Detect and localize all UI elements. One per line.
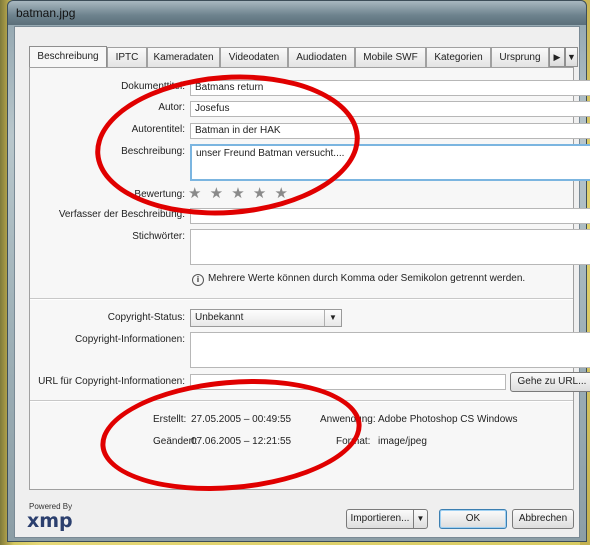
window-title: batman.jpg	[16, 6, 76, 20]
copyright-status-select[interactable]: Unbekannt ▼	[190, 309, 342, 327]
copyright-status-label: Copyright-Status:	[107, 312, 185, 323]
application-label: Anwendung:	[320, 414, 376, 425]
description-panel: Dokumenttitel: Batmans return Autor: Jos…	[29, 67, 590, 490]
tab-scroll-right-icon[interactable]: ▶	[549, 47, 565, 67]
desc-writer-label: Verfasser der Beschreibung:	[58, 209, 185, 220]
doc-title-field[interactable]: Batmans return	[190, 80, 590, 96]
import-dropdown-icon[interactable]: ▼	[413, 509, 428, 529]
copyright-status-value: Unbekannt	[195, 312, 244, 323]
cancel-button[interactable]: Abbrechen	[512, 509, 574, 529]
format-value: image/jpeg	[378, 436, 427, 447]
author-label: Autor:	[158, 102, 185, 113]
created-label: Erstellt:	[153, 414, 187, 425]
tab-mobile-swf[interactable]: Mobile SWF	[355, 47, 426, 67]
tab-kategorien[interactable]: Kategorien	[426, 47, 491, 67]
copyright-url-label: URL für Copyright-Informationen:	[38, 376, 185, 387]
tab-audiodaten[interactable]: Audiodaten	[288, 47, 355, 67]
author-title-label: Autorentitel:	[131, 124, 185, 135]
keywords-textarea[interactable]	[190, 229, 590, 265]
xmp-logo: xmp	[27, 510, 73, 532]
tab-videodaten[interactable]: Videodaten	[220, 47, 288, 67]
dialog-client-area: Beschreibung IPTC Kameradaten Videodaten…	[14, 26, 590, 538]
tab-menu-icon[interactable]: ▼	[565, 47, 578, 67]
description-textarea[interactable]: unser Freund Batman versucht....	[190, 144, 590, 181]
section-divider-2	[30, 400, 573, 402]
tab-bar: Beschreibung IPTC Kameradaten Videodaten…	[29, 46, 578, 68]
rating-stars[interactable]: ★ ★ ★ ★ ★	[188, 184, 290, 202]
keywords-hint: i Mehrere Werte können durch Komma oder S…	[192, 273, 525, 286]
copyright-url-field[interactable]	[190, 374, 506, 390]
copyright-info-textarea[interactable]	[190, 332, 590, 368]
desc-writer-field[interactable]	[190, 208, 590, 224]
keywords-hint-text: Mehrere Werte können durch Komma oder Se…	[208, 273, 526, 284]
info-icon: i	[192, 274, 204, 286]
application-value: Adobe Photoshop CS Windows	[378, 414, 518, 425]
modified-value: 07.06.2005 – 12:21:55	[191, 436, 292, 447]
tab-kameradaten[interactable]: Kameradaten	[147, 47, 220, 67]
description-label: Beschreibung:	[121, 146, 185, 157]
file-info-dialog: batman.jpg Beschreibung IPTC Kameradaten…	[7, 0, 590, 542]
keywords-label: Stichwörter:	[132, 231, 185, 242]
doc-title-label: Dokumenttitel:	[121, 81, 185, 92]
format-label: Format:	[336, 436, 371, 447]
copyright-info-label: Copyright-Informationen:	[74, 334, 185, 345]
title-bar[interactable]: batman.jpg	[8, 1, 586, 25]
rating-star-icons[interactable]: ★ ★ ★ ★ ★	[188, 184, 290, 202]
created-value: 27.05.2005 – 00:49:55	[191, 414, 292, 425]
ok-button[interactable]: OK	[439, 509, 507, 529]
tab-beschreibung[interactable]: Beschreibung	[29, 46, 107, 68]
goto-url-button[interactable]: Gehe zu URL...	[510, 372, 590, 392]
import-button[interactable]: Importieren...	[346, 509, 414, 529]
author-field[interactable]: Josefus	[190, 101, 590, 117]
section-divider	[30, 298, 573, 300]
rating-label: Bewertung:	[134, 189, 185, 200]
chevron-down-icon: ▼	[324, 310, 341, 326]
tab-ursprung[interactable]: Ursprung	[491, 47, 549, 67]
tab-iptc[interactable]: IPTC	[107, 47, 147, 67]
author-title-field[interactable]: Batman in der HAK	[190, 123, 590, 139]
